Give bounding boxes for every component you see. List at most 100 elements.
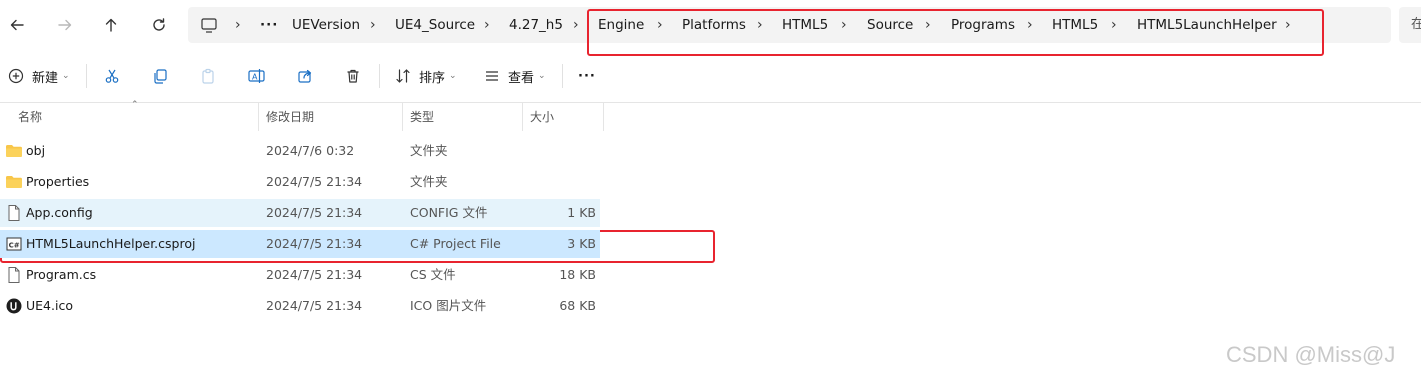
file-name: App.config	[26, 205, 93, 220]
view-button[interactable]: 查看 ⌄	[484, 56, 546, 96]
view-label: 查看	[508, 70, 535, 86]
paste-button[interactable]	[200, 56, 216, 96]
csproj-icon: C#	[6, 237, 22, 251]
column-divider[interactable]	[402, 103, 403, 131]
file-row[interactable]: Properties 2024/7/5 21:34 文件夹	[0, 168, 600, 196]
file-type: ICO 图片文件	[410, 298, 487, 313]
chevron-right-icon[interactable]: ›	[484, 7, 490, 43]
svg-text:A: A	[252, 73, 258, 82]
copy-icon	[154, 69, 167, 84]
file-row[interactable]: Program.cs 2024/7/5 21:34 CS 文件 18 KB	[0, 261, 600, 289]
chevron-right-icon[interactable]: ›	[370, 7, 376, 43]
forward-button[interactable]	[50, 10, 80, 40]
watermark: CSDN @Miss@J	[1226, 342, 1396, 367]
copy-button[interactable]	[152, 56, 168, 96]
file-name: UE4.ico	[26, 298, 73, 313]
breadcrumb-item[interactable]: Engine	[598, 7, 644, 43]
file-icon	[8, 267, 20, 283]
breadcrumb-item[interactable]: UE4_Source	[395, 7, 475, 43]
scissors-icon	[105, 69, 119, 83]
file-type: CONFIG 文件	[410, 205, 488, 220]
see-more-button[interactable]: ···	[578, 56, 596, 96]
breadcrumb-item[interactable]: UEVersion	[292, 7, 360, 43]
search-input[interactable]: 在	[1399, 7, 1421, 43]
folder-icon	[6, 176, 22, 188]
share-button[interactable]	[297, 56, 313, 96]
file-date: 2024/7/5 21:34	[266, 298, 363, 313]
plus-circle-icon	[8, 68, 24, 84]
file-date: 2024/7/6 0:32	[266, 143, 355, 158]
file-size: 1 KB	[567, 205, 596, 220]
sort-ascending-icon: ⌃	[131, 100, 139, 110]
refresh-button[interactable]	[144, 10, 174, 40]
new-button[interactable]: 新建 ⌄	[8, 56, 70, 96]
navigation-bar: › ··· › UEVersion UE4_Source › 4.27_h5 ›…	[0, 0, 1421, 50]
column-header-type[interactable]: 类型	[410, 103, 434, 131]
file-name: Properties	[26, 174, 90, 189]
back-button[interactable]	[2, 10, 32, 40]
chevron-right-icon[interactable]: ›	[1027, 7, 1033, 43]
chevron-right-icon[interactable]: ›	[1111, 7, 1117, 43]
column-header-date[interactable]: 修改日期	[266, 103, 314, 131]
chevron-right-icon[interactable]: ›	[757, 7, 763, 43]
breadcrumb-item[interactable]: Programs	[951, 7, 1015, 43]
file-row[interactable]: App.config 2024/7/5 21:34 CONFIG 文件 1 KB	[0, 199, 600, 227]
chevron-right-icon[interactable]: ›	[657, 7, 663, 43]
cut-button[interactable]	[104, 56, 120, 96]
breadcrumb-item[interactable]: Platforms	[682, 7, 746, 43]
file-size: 3 KB	[567, 236, 596, 251]
delete-button[interactable]	[345, 56, 361, 96]
chevron-right-icon[interactable]: ›	[925, 7, 931, 43]
toolbar-divider-line	[0, 102, 1421, 103]
column-divider[interactable]	[603, 103, 604, 131]
share-icon	[298, 69, 312, 83]
breadcrumb-item[interactable]: HTML5	[1052, 7, 1098, 43]
file-size: 68 KB	[559, 298, 596, 313]
svg-text:C#: C#	[9, 241, 20, 249]
file-date: 2024/7/5 21:34	[266, 267, 363, 282]
sort-icon	[396, 69, 410, 83]
chevron-right-icon[interactable]: ›	[573, 7, 579, 43]
breadcrumb-item[interactable]: HTML5LaunchHelper	[1137, 7, 1277, 43]
chevron-right-icon[interactable]: ›	[841, 7, 847, 43]
column-header-size[interactable]: 大小	[530, 103, 554, 131]
chevron-right-icon[interactable]: ›	[1285, 7, 1291, 43]
chevron-down-icon: ⌄	[449, 71, 457, 81]
chevron-right-icon[interactable]: ›	[235, 7, 241, 43]
breadcrumb-item[interactable]: Source	[867, 7, 913, 43]
file-name: Program.cs	[26, 267, 97, 282]
ue-logo-icon	[6, 298, 22, 314]
file-row[interactable]: obj 2024/7/6 0:32 文件夹	[0, 137, 600, 165]
computer-icon[interactable]	[201, 7, 217, 43]
toolbar-divider	[379, 64, 380, 88]
file-row[interactable]: C# HTML5LaunchHelper.csproj 2024/7/5 21:…	[0, 230, 600, 258]
file-date: 2024/7/5 21:34	[266, 236, 363, 251]
toolbar-divider	[562, 64, 563, 88]
arrow-right-icon	[58, 19, 72, 31]
file-type: 文件夹	[410, 143, 448, 158]
file-type: CS 文件	[410, 267, 456, 282]
toolbar-divider	[86, 64, 87, 88]
paste-icon	[202, 68, 214, 84]
file-type: C# Project File	[410, 236, 501, 251]
breadcrumb-item[interactable]: HTML5	[782, 7, 828, 43]
command-bar: 新建 ⌄ A 排序 ⌄ 查看 ⌄ ···	[0, 56, 1421, 96]
file-date: 2024/7/5 21:34	[266, 205, 363, 220]
sort-button[interactable]: 排序 ⌄	[395, 56, 457, 96]
file-icon	[8, 205, 20, 221]
chevron-down-icon: ⌄	[538, 71, 546, 81]
rename-icon: A	[248, 69, 265, 83]
up-button[interactable]	[96, 10, 126, 40]
column-header-name[interactable]: 名称	[18, 103, 42, 131]
breadcrumb-item[interactable]: 4.27_h5	[509, 7, 563, 43]
address-bar[interactable]: › ··· › UEVersion UE4_Source › 4.27_h5 ›…	[188, 7, 1391, 43]
refresh-icon	[153, 18, 165, 31]
search-placeholder: 在	[1411, 17, 1421, 32]
column-divider[interactable]	[522, 103, 523, 131]
file-date: 2024/7/5 21:34	[266, 174, 363, 189]
arrow-left-icon	[10, 19, 24, 31]
column-divider[interactable]	[258, 103, 259, 131]
breadcrumb-overflow[interactable]: ···	[260, 7, 278, 43]
file-row[interactable]: UE4.ico 2024/7/5 21:34 ICO 图片文件 68 KB	[0, 292, 600, 320]
rename-button[interactable]: A	[248, 56, 266, 96]
